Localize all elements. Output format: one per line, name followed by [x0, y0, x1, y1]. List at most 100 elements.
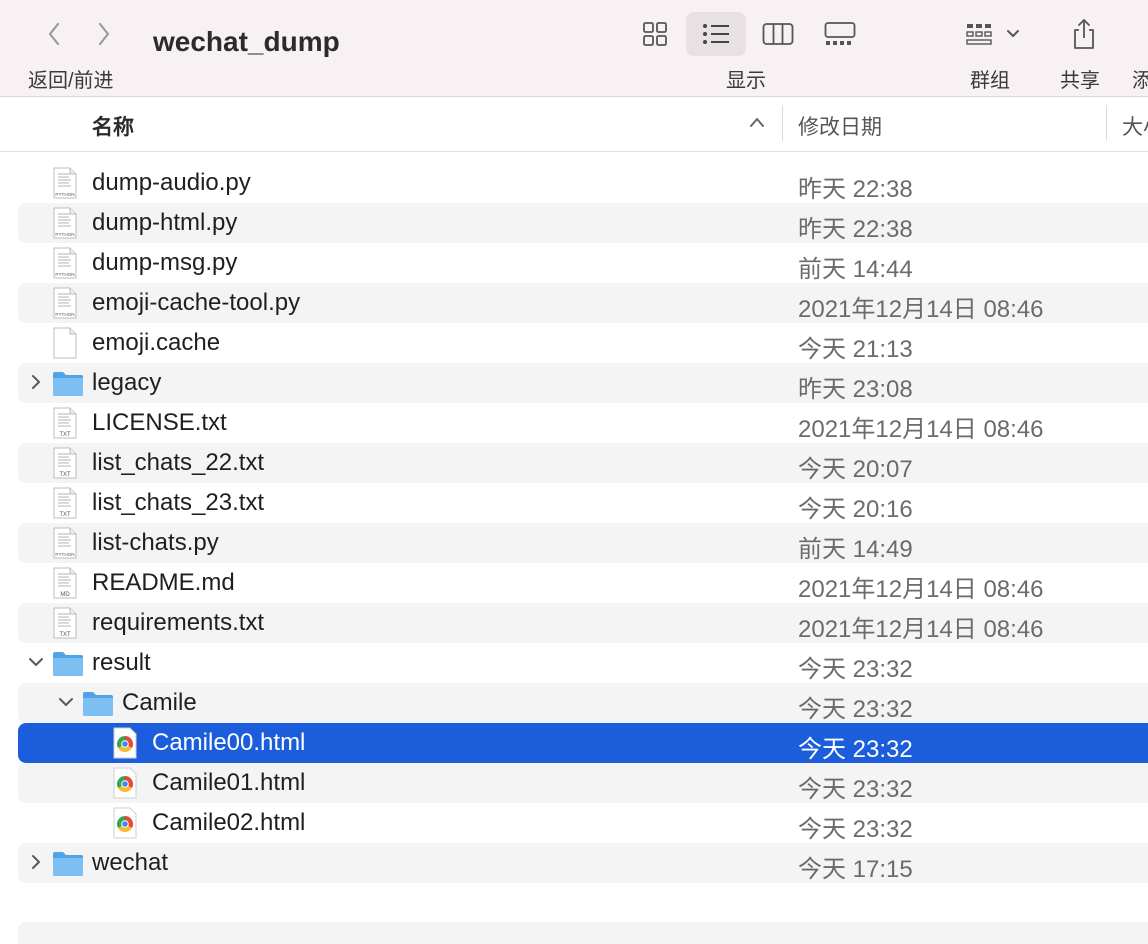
svg-text:TXT: TXT	[59, 472, 71, 478]
file-modified-date: 2021年12月14日 08:46	[798, 296, 1044, 323]
python-file-icon: PYTHON	[52, 207, 78, 244]
file-row-dump-audio-py[interactable]: PYTHON dump-audio.py 昨天 22:38	[18, 163, 1148, 203]
file-name: dump-html.py	[92, 209, 238, 236]
file-name: Camile02.html	[152, 809, 306, 836]
disclosure-collapsed-icon[interactable]	[28, 854, 44, 870]
disclosure-expanded-icon[interactable]	[58, 694, 74, 710]
list-icon	[703, 24, 729, 44]
add-tags-label[interactable]: 添	[1132, 64, 1148, 93]
view-gallery-button[interactable]	[818, 12, 862, 56]
disclosure-expanded-icon[interactable]	[28, 654, 44, 670]
folder-row-legacy[interactable]: legacy 昨天 23:08	[18, 363, 1148, 403]
svg-text:PYTHON: PYTHON	[55, 232, 74, 237]
disclosure-collapsed-icon[interactable]	[28, 374, 44, 390]
column-name-header[interactable]: 名称	[92, 111, 134, 141]
txt-file-icon: TXT	[52, 447, 78, 484]
grid-icon	[643, 22, 667, 46]
file-modified-date: 今天 23:32	[798, 736, 913, 763]
file-list: PYTHON dump-audio.py 昨天 22:38 PYTHON dump-h…	[0, 163, 1148, 883]
svg-text:TXT: TXT	[59, 432, 71, 438]
file-modified-date: 今天 23:32	[798, 696, 913, 723]
folder-icon	[52, 369, 84, 402]
column-divider[interactable]	[782, 105, 783, 141]
txt-file-icon: TXT	[52, 407, 78, 444]
file-row-camile01-html[interactable]: Camile01.html 今天 23:32	[18, 763, 1148, 803]
python-file-icon: PYTHON	[52, 247, 78, 284]
file-modified-date: 今天 20:07	[798, 456, 913, 483]
python-file-icon: PYTHON	[52, 167, 78, 204]
chevron-left-icon	[48, 22, 60, 46]
svg-text:TXT: TXT	[59, 512, 71, 518]
nav-label: 返回/前进	[28, 70, 114, 92]
file-modified-date: 昨天 23:08	[798, 376, 913, 403]
file-name: emoji.cache	[92, 329, 221, 356]
chrome-html-file-icon	[112, 727, 138, 764]
svg-text:PYTHON: PYTHON	[55, 192, 74, 197]
file-modified-date: 今天 23:32	[798, 776, 913, 803]
columns-icon	[762, 23, 794, 45]
file-row-dump-html-py[interactable]: PYTHON dump-html.py 昨天 22:38	[18, 203, 1148, 243]
chrome-html-file-icon	[112, 767, 138, 804]
file-modified-date: 昨天 22:38	[798, 216, 913, 243]
back-button[interactable]	[38, 18, 70, 50]
sort-ascending-icon[interactable]	[748, 115, 766, 129]
python-file-icon: PYTHON	[52, 287, 78, 324]
file-row-list-chats-py[interactable]: PYTHON list-chats.py 前天 14:49	[18, 523, 1148, 563]
file-name: requirements.txt	[92, 609, 265, 636]
file-name: list_chats_22.txt	[92, 449, 265, 476]
folder-row-wechat[interactable]: wechat 今天 17:15	[18, 843, 1148, 883]
svg-text:PYTHON: PYTHON	[55, 552, 74, 557]
column-divider[interactable]	[1106, 105, 1107, 141]
group-button[interactable]	[958, 12, 1028, 56]
folder-icon	[52, 849, 84, 882]
chevron-right-icon	[98, 22, 110, 46]
svg-text:TXT: TXT	[59, 632, 71, 638]
file-name: dump-msg.py	[92, 249, 238, 276]
file-row-readme-md[interactable]: MD README.md 2021年12月14日 08:46	[18, 563, 1148, 603]
gallery-icon	[824, 22, 856, 45]
file-modified-date: 2021年12月14日 08:46	[798, 576, 1044, 603]
window-title: wechat_dump	[153, 26, 340, 57]
file-name: list_chats_23.txt	[92, 489, 265, 516]
file-modified-date: 2021年12月14日 08:46	[798, 416, 1044, 443]
file-row-requirements-txt[interactable]: TXT requirements.txt 2021年12月14日 08:46	[18, 603, 1148, 643]
file-modified-date: 今天 21:13	[798, 336, 913, 363]
file-row-emoji-cache-tool-py[interactable]: PYTHON emoji-cache-tool.py 2021年12月14日 08:…	[18, 283, 1148, 323]
file-row-emoji-cache[interactable]: emoji.cache 今天 21:13	[18, 323, 1148, 363]
toolbar: 返回/前进 wechat_dump 显示 群组 共享 添	[0, 0, 1148, 97]
folder-row-result[interactable]: result 今天 23:32	[18, 643, 1148, 683]
view-columns-button[interactable]	[756, 12, 800, 56]
column-date-header[interactable]: 修改日期	[798, 111, 882, 141]
file-name: Camile00.html	[152, 729, 306, 756]
view-label: 显示	[726, 70, 766, 92]
file-name: result	[92, 649, 151, 676]
file-modified-date: 今天 23:32	[798, 816, 913, 843]
svg-text:MD: MD	[60, 592, 70, 598]
file-row-license-txt[interactable]: TXT LICENSE.txt 2021年12月14日 08:46	[18, 403, 1148, 443]
file-modified-date: 今天 20:16	[798, 496, 913, 523]
file-modified-date: 2021年12月14日 08:46	[798, 616, 1044, 643]
file-row-dump-msg-py[interactable]: PYTHON dump-msg.py 前天 14:44	[18, 243, 1148, 283]
chevron-down-icon	[1007, 30, 1019, 37]
file-name: Camile01.html	[152, 769, 306, 796]
file-modified-date: 今天 17:15	[798, 856, 913, 883]
column-header: 名称 修改日期 大小	[0, 97, 1148, 152]
view-list-button[interactable]	[686, 12, 746, 56]
svg-text:PYTHON: PYTHON	[55, 272, 74, 277]
file-name: legacy	[92, 369, 162, 396]
file-row-camile00-html[interactable]: Camile00.html 今天 23:32	[18, 723, 1148, 763]
folder-row-camile[interactable]: Camile 今天 23:32	[18, 683, 1148, 723]
share-button[interactable]	[1062, 12, 1106, 56]
view-icons-button[interactable]	[632, 12, 678, 56]
group-label: 群组	[970, 70, 1010, 92]
file-modified-date: 前天 14:49	[798, 536, 913, 563]
column-size-header[interactable]: 大小	[1122, 111, 1148, 141]
file-row-camile02-html[interactable]: Camile02.html 今天 23:32	[18, 803, 1148, 843]
file-name: LICENSE.txt	[92, 409, 227, 436]
file-name: wechat	[92, 849, 169, 876]
file-modified-date: 今天 23:32	[798, 656, 913, 683]
file-row-list-chats-22-txt[interactable]: TXT list_chats_22.txt 今天 20:07	[18, 443, 1148, 483]
file-row-list-chats-23-txt[interactable]: TXT list_chats_23.txt 今天 20:16	[18, 483, 1148, 523]
forward-button[interactable]	[88, 18, 120, 50]
txt-file-icon: TXT	[52, 607, 78, 644]
